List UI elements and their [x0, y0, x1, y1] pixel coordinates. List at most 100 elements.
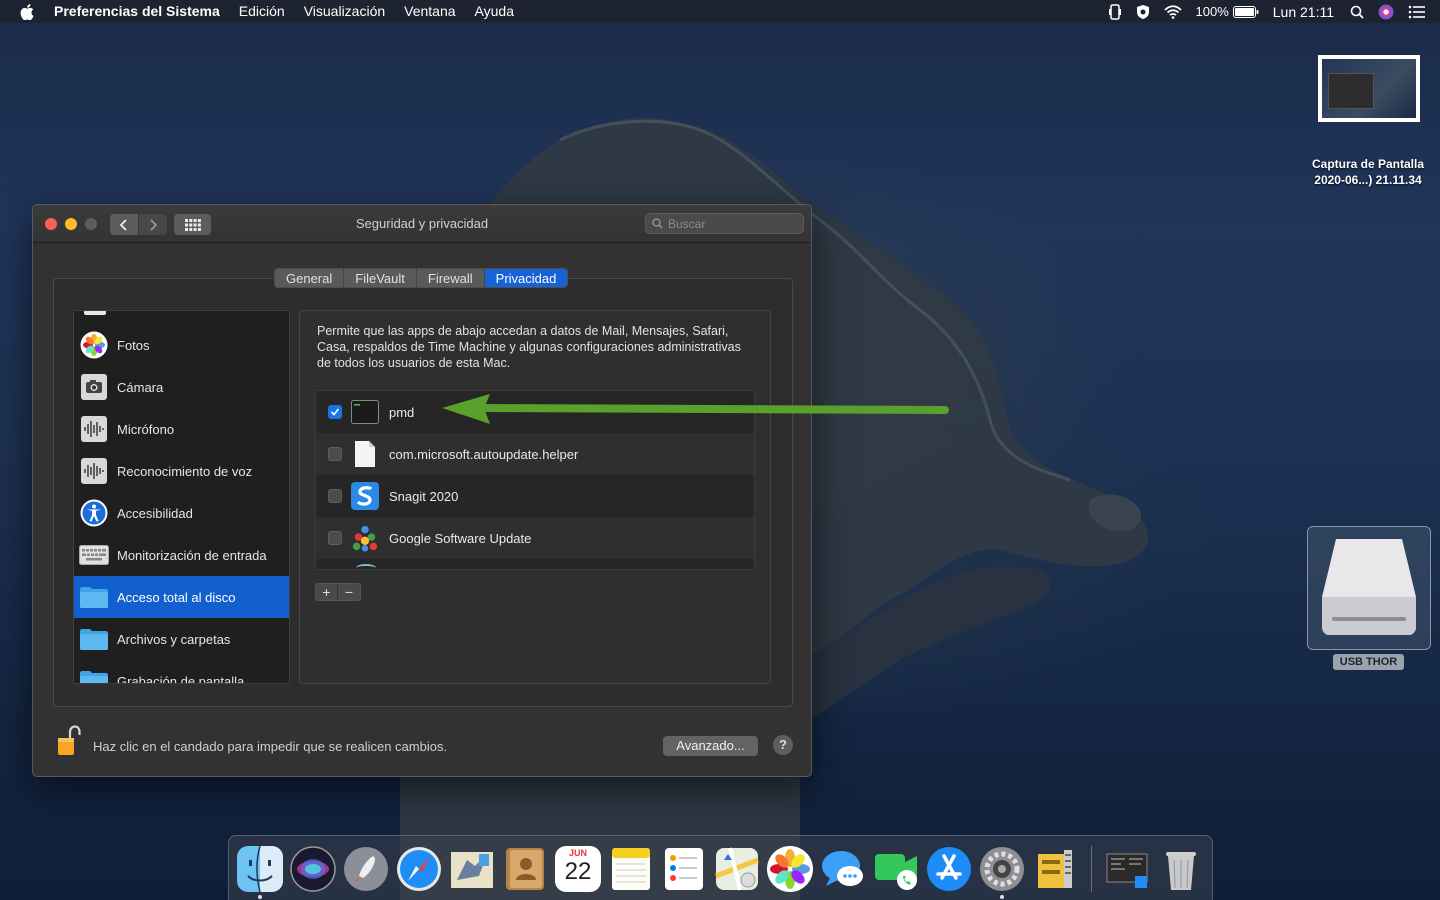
apple-icon[interactable] — [20, 3, 36, 20]
sidebar-item-accesibilidad[interactable]: Accesibilidad — [74, 492, 289, 534]
search-field[interactable] — [645, 213, 804, 234]
sidebar-item-label: Acceso total al disco — [117, 589, 236, 605]
tab-filevault[interactable]: FileVault — [344, 269, 417, 287]
security-privacy-window: Seguridad y privacidad General FileVault… — [32, 204, 812, 777]
sidebar-item-grabacion-pantalla[interactable]: Grabación de pantalla — [74, 660, 289, 684]
system-preferences-running-indicator — [1000, 895, 1004, 899]
calendar-icon[interactable]: JUN 22 — [555, 846, 601, 892]
sidecar-icon[interactable] — [1108, 3, 1122, 20]
full-disk-access-panel: Permite que las apps de abajo accedan a … — [299, 310, 771, 684]
battery-percent: 100% — [1195, 4, 1229, 19]
messages-icon[interactable] — [820, 846, 866, 892]
app-checkbox-google-software-update[interactable] — [328, 531, 342, 545]
google-update-icon — [351, 524, 379, 552]
tab-firewall[interactable]: Firewall — [416, 269, 485, 287]
facetime-icon[interactable] — [873, 846, 919, 892]
microphone-icon — [79, 414, 109, 444]
app-row-microsoft-autoupdate[interactable]: com.microsoft.autoupdate.helper — [316, 433, 754, 475]
checkmark-icon — [330, 408, 340, 416]
screenshot-icon[interactable] — [1105, 846, 1151, 892]
sidebar-item-monitorizacion-entrada[interactable]: Monitorización de entrada — [74, 534, 289, 576]
sidebar-item-reconocimiento-voz[interactable]: Reconocimiento de voz — [74, 450, 289, 492]
permission-description: Permite que las apps de abajo accedan a … — [317, 324, 741, 370]
dock: JUN 22 — [228, 835, 1213, 900]
notification-center-icon[interactable] — [1408, 5, 1426, 19]
usb-drive[interactable] — [1307, 526, 1431, 650]
screenshot-preview-image — [1322, 59, 1416, 118]
dock-separator — [1091, 846, 1092, 892]
sidebar-item-label: Reconocimiento de voz — [117, 463, 253, 479]
menu-ayuda[interactable]: Ayuda — [475, 0, 514, 23]
photos-icon[interactable] — [767, 846, 813, 892]
contacts-icon[interactable] — [502, 846, 548, 892]
partial-list-item-icon — [84, 311, 106, 315]
usb-drive-label[interactable]: USB THOR — [1333, 654, 1404, 670]
sidebar-item-camara[interactable]: Cámara — [74, 366, 289, 408]
accessibility-icon — [79, 498, 109, 528]
app-row-snagit[interactable]: Snagit 2020 — [316, 475, 754, 517]
finder-running-indicator — [258, 895, 262, 899]
finder-icon[interactable] — [237, 846, 283, 892]
clock[interactable]: Lun 21:11 — [1273, 4, 1334, 20]
launchpad-icon[interactable] — [343, 846, 389, 892]
battery-status[interactable]: 100% — [1196, 4, 1259, 19]
menu-ventana[interactable]: Ventana — [404, 0, 455, 23]
notes-icon[interactable] — [608, 846, 654, 892]
screenshot-label-line2: 2020-06...) 21.11.34 — [1314, 173, 1422, 187]
vpn-shield-icon[interactable] — [1136, 4, 1150, 20]
keyboard-icon — [79, 540, 109, 570]
app-checkbox-microsoft-autoupdate[interactable] — [328, 447, 342, 461]
system-preferences-icon[interactable] — [979, 846, 1025, 892]
tab-general[interactable]: General — [275, 269, 345, 287]
app-checkbox-pmd[interactable] — [328, 405, 342, 419]
calendar-month: JUN — [568, 848, 587, 858]
calendar-day: 22 — [564, 858, 592, 885]
annotation-arrow — [442, 394, 949, 424]
sidebar-item-fotos[interactable]: Fotos — [74, 324, 289, 366]
siri-icon[interactable] — [1378, 4, 1394, 20]
help-button[interactable]: ? — [773, 735, 793, 755]
search-input[interactable] — [668, 216, 798, 231]
spotlight-search-icon[interactable] — [1350, 5, 1364, 19]
reminders-icon[interactable] — [661, 846, 707, 892]
window-titlebar[interactable]: Seguridad y privacidad — [33, 205, 811, 243]
speech-recognition-icon — [79, 456, 109, 486]
mail-icon[interactable] — [449, 846, 495, 892]
advanced-button[interactable]: Avanzado... — [663, 736, 758, 756]
app-row-google-software-update[interactable]: Google Software Update — [316, 517, 754, 559]
remove-app-button[interactable]: − — [338, 584, 360, 600]
maps-icon[interactable] — [714, 846, 760, 892]
app-name: Google Software Update — [389, 530, 532, 546]
app-checkbox-snagit[interactable] — [328, 489, 342, 503]
tab-bar: General FileVault Firewall Privacidad — [274, 268, 569, 288]
lock-hint-text: Haz clic en el candado para impedir que … — [93, 739, 448, 754]
archive-utility-icon[interactable] — [1032, 846, 1078, 892]
app-store-icon[interactable] — [926, 846, 972, 892]
sidebar-item-label: Grabación de pantalla — [117, 673, 245, 684]
battery-icon — [1232, 5, 1259, 18]
camera-icon — [79, 372, 109, 402]
add-app-button[interactable]: + — [316, 584, 339, 600]
privacy-category-list[interactable]: Fotos Cámara Micrófono Reconocimiento de… — [73, 310, 290, 684]
menu-bar: Preferencias del Sistema Edición Visuali… — [0, 0, 1440, 23]
tab-privacidad[interactable]: Privacidad — [484, 269, 568, 287]
menu-edicion[interactable]: Edición — [239, 0, 285, 23]
menu-app-name[interactable]: Preferencias del Sistema — [54, 0, 220, 23]
siri-icon[interactable] — [290, 846, 336, 892]
wifi-icon[interactable] — [1163, 4, 1182, 19]
trash-icon[interactable] — [1158, 846, 1204, 892]
partial-app-icon — [356, 564, 376, 569]
sidebar-item-microfono[interactable]: Micrófono — [74, 408, 289, 450]
app-name: pmd — [389, 404, 415, 420]
menu-visualizacion[interactable]: Visualización — [304, 0, 385, 23]
unlocked-padlock-icon[interactable] — [57, 725, 81, 762]
sidebar-item-label: Accesibilidad — [117, 505, 193, 521]
screenshot-file-label[interactable]: Captura de Pantalla 2020-06...) 21.11.34 — [1296, 156, 1440, 188]
sidebar-item-archivos-carpetas[interactable]: Archivos y carpetas — [74, 618, 289, 660]
folder-icon — [79, 582, 109, 612]
snagit-icon — [351, 482, 379, 510]
screenshot-file-thumbnail[interactable] — [1318, 55, 1420, 122]
sidebar-item-acceso-total-disco[interactable]: Acceso total al disco — [74, 576, 289, 618]
folder-icon — [79, 624, 109, 654]
safari-icon[interactable] — [396, 846, 442, 892]
